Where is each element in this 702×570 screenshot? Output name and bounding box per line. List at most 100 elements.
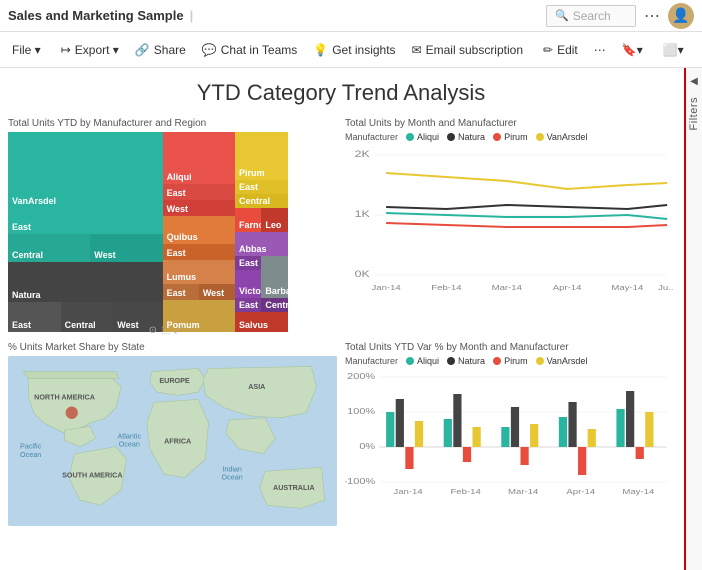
svg-text:Mar-14: Mar-14 [508,487,539,495]
treemap-cell[interactable]: Central [261,298,287,312]
treemap-cell[interactable]: West [90,234,162,262]
insights-icon: 💡 [313,43,328,57]
toolbar-refresh[interactable]: 🔄 [696,39,702,61]
treemap-cell[interactable]: East [235,298,261,312]
main-content: YTD Category Trend Analysis Total Units … [0,68,702,570]
treemap-cell[interactable]: Salvus [235,312,288,332]
filters-panel[interactable]: ◀ Filters [684,68,702,570]
legend-label-manufacturer: Manufacturer [345,132,398,142]
treemap-cell[interactable]: East [8,208,163,234]
title-bar-left: Sales and Marketing Sample | [8,8,193,23]
svg-text:100%: 100% [347,407,376,416]
toolbar-right: 🔖▾ ⬜▾ 🔄 💬 [614,39,702,61]
bar-dot-pirum [493,357,501,365]
more-icon[interactable]: ⋯ [644,6,660,26]
treemap-cell[interactable]: Barba [261,256,287,298]
search-icon: 🔍 [555,9,569,22]
bar-legend-vanarsdel: VanArsdel [536,356,588,366]
treemap-cell[interactable]: East [235,180,288,194]
svg-text:NORTH AMERICA: NORTH AMERICA [34,392,95,401]
treemap-cell[interactable]: Farno [235,208,261,232]
bar-text-vanarsdel: VanArsdel [547,356,588,366]
svg-text:Feb-14: Feb-14 [431,283,462,291]
treemap-cell[interactable]: Central [8,234,90,262]
line-chart[interactable]: 2K 1K 0K [345,145,674,305]
toolbar-more[interactable]: ⋯ [586,39,614,61]
treemap-cell[interactable]: Lumus [163,260,235,284]
export-icon: ↦ [61,43,71,57]
toolbar-export[interactable]: ↦ Export ▾ [53,39,127,61]
svg-text:Feb-14: Feb-14 [450,487,481,495]
svg-text:200%: 200% [347,372,376,381]
treemap-icons: ⊙ ⬚ ⤢ ⋯ [149,325,197,336]
toolbar-insights[interactable]: 💡 Get insights [305,39,403,61]
page-title: YTD Category Trend Analysis [8,76,674,114]
file-label: File ▾ [12,43,41,57]
svg-text:Mar-14: Mar-14 [492,283,523,291]
treemap-cell[interactable]: VanArsdel [8,132,163,208]
treemap-cell[interactable]: Pirum [235,132,288,180]
legend-dot-pirum [493,133,501,141]
toolbar-email[interactable]: ✉ Email subscription [404,39,531,61]
more-viz-icon[interactable]: ⬚ [161,325,170,336]
treemap-title: Total Units YTD by Manufacturer and Regi… [8,118,337,129]
treemap-cell[interactable]: West [199,284,235,300]
treemap-cell[interactable]: Leo [261,208,287,232]
ellipsis-icon[interactable]: ⋯ [186,325,196,336]
bar-chart[interactable]: 200% 100% 0% -100% [345,369,674,509]
bar-legend-natura: Natura [447,356,485,366]
svg-text:1K: 1K [355,209,371,219]
treemap-cell[interactable]: Natura [8,262,163,302]
expand-icon[interactable]: ⤢ [174,325,182,336]
share-icon: 🔗 [135,43,150,57]
svg-text:0%: 0% [359,442,375,451]
bar-legend-pirum: Pirum [493,356,528,366]
toolbar-chat[interactable]: 💬 Chat in Teams [194,39,305,61]
toolbar-share[interactable]: 🔗 Share [127,39,194,61]
toolbar-bookmark[interactable]: 🔖▾ [614,39,651,61]
treemap-cell[interactable]: Abbas [235,232,288,256]
chat-label: Chat in Teams [221,43,297,57]
treemap-cell[interactable]: East [163,244,235,260]
svg-text:EUROPE: EUROPE [159,376,190,385]
bar-chart-container: Total Units YTD Var % by Month and Manuf… [345,342,674,562]
treemap-cell[interactable]: East [8,302,61,332]
legend-text-vanarsdel: VanArsdel [547,132,588,142]
svg-text:AUSTRALIA: AUSTRALIA [273,483,315,492]
toolbar-file[interactable]: File ▾ [4,39,49,61]
treemap-cell[interactable]: East [163,284,199,300]
svg-text:Ocean: Ocean [119,440,140,449]
svg-text:May-14: May-14 [611,283,643,291]
svg-text:Apr-14: Apr-14 [553,283,582,291]
svg-text:ASIA: ASIA [248,382,265,391]
bar-chart-legend: Manufacturer Aliqui Natura Pirum [345,356,674,366]
treemap-cell[interactable]: Central [61,302,114,332]
legend-aliqui: Aliqui [406,132,439,142]
bar-chart-svg: 200% 100% 0% -100% [345,369,674,499]
world-map[interactable]: NORTH AMERICA EUROPE ASIA Pacific Ocean … [8,356,337,526]
svg-text:Jan-14: Jan-14 [371,283,401,291]
toolbar-view[interactable]: ⬜▾ [655,39,692,61]
email-icon: ✉ [412,43,422,57]
bookmark-icon: 🔖▾ [622,43,643,57]
focus-icon[interactable]: ⊙ [149,325,157,336]
treemap-cell[interactable]: Quibus [163,216,235,244]
treemap-cell[interactable]: Central [235,194,288,208]
treemap-cell[interactable]: West [163,200,235,216]
treemap-cell[interactable]: Aliqui [163,132,235,184]
search-box[interactable]: 🔍 Search [546,5,636,27]
toolbar: File ▾ ↦ Export ▾ 🔗 Share 💬 Chat in Team… [0,32,702,68]
svg-text:2K: 2K [355,149,371,159]
svg-text:Ocean: Ocean [20,450,41,459]
legend-text-pirum: Pirum [504,132,528,142]
svg-text:Ocean: Ocean [222,473,243,482]
bar-text-aliqui: Aliqui [417,356,439,366]
export-label: Export ▾ [75,43,119,57]
svg-text:May-14: May-14 [622,487,654,495]
treemap[interactable]: VanArsdel East Central West Natura [8,132,337,332]
edit-label: Edit [557,43,578,57]
toolbar-edit[interactable]: ✏ Edit [535,39,586,61]
treemap-cell[interactable]: East [163,184,235,200]
avatar[interactable]: 👤 [668,3,694,29]
svg-text:Apr-14: Apr-14 [566,487,595,495]
